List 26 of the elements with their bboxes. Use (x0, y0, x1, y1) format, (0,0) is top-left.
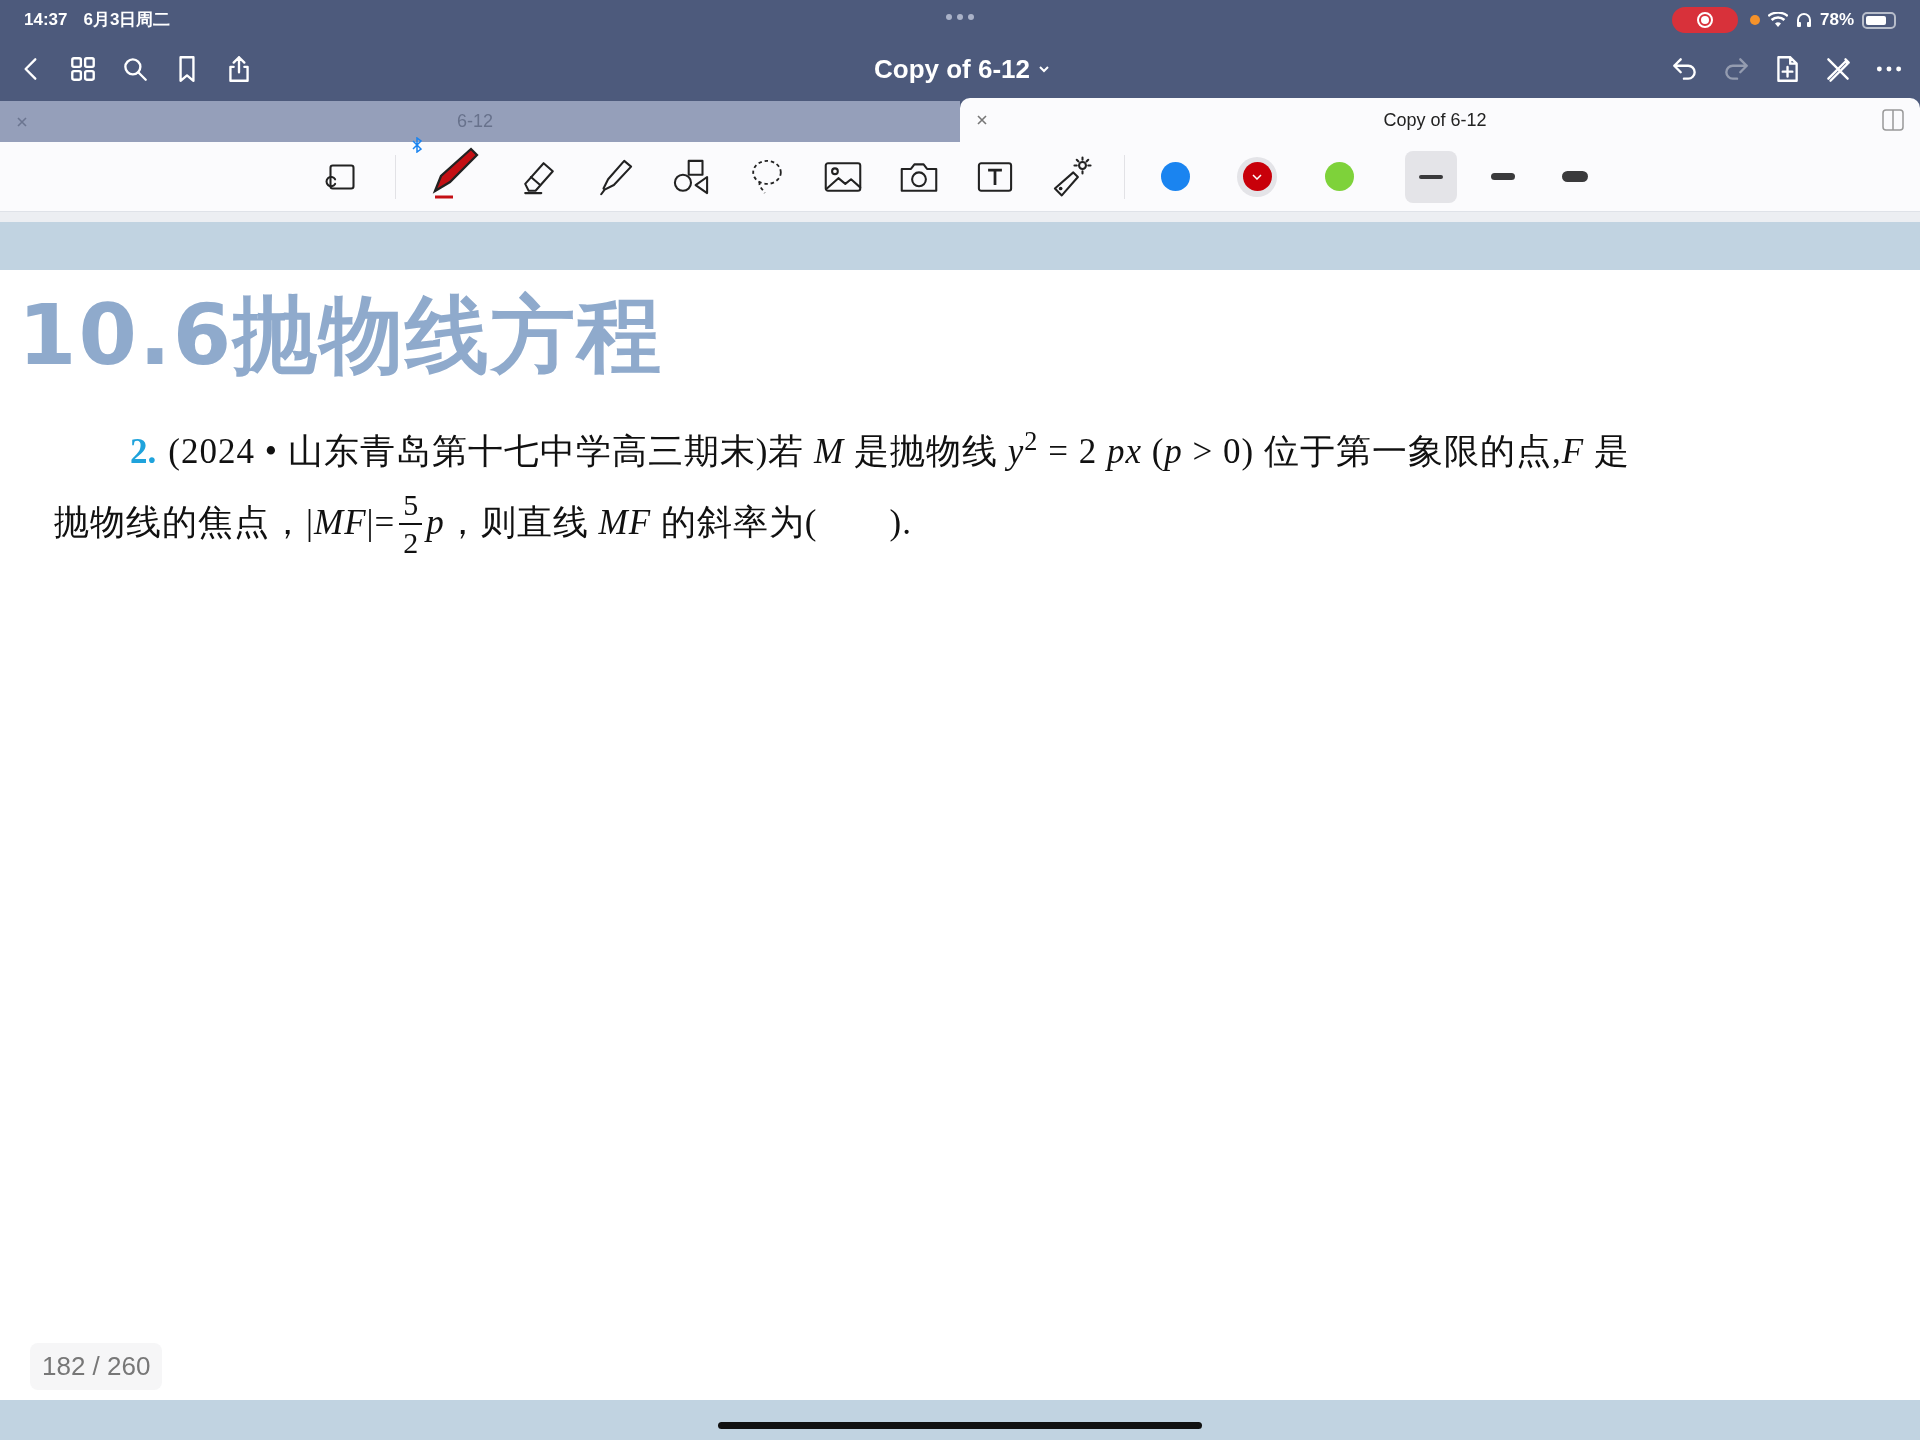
screen-recording-indicator[interactable] (1671, 7, 1738, 33)
multitasking-dots-icon[interactable] (945, 13, 975, 21)
color-swatch[interactable] (1242, 162, 1272, 191)
document-tab[interactable]: Copy of 6-12 (960, 98, 1920, 142)
bluetooth-icon (412, 136, 422, 153)
wifi-icon (1767, 12, 1788, 28)
chapter-heading: 10.6抛物线方程 (18, 285, 665, 386)
status-date: 6月3日周二 (83, 9, 171, 32)
document-title[interactable]: Copy of 6-12 (874, 49, 1030, 89)
question-text: 抛物线的焦点，|MF|= (54, 502, 396, 545)
status-time: 14:37 (24, 9, 68, 32)
split-view-icon[interactable] (1882, 109, 1904, 131)
battery-icon (1862, 11, 1896, 29)
question-number: 2. (130, 431, 157, 473)
stroke-width-button[interactable] (1405, 150, 1457, 203)
close-icon[interactable] (976, 114, 988, 126)
color-swatch[interactable] (1160, 162, 1190, 191)
fraction: 5 2 (399, 486, 423, 561)
question-text: (2024 • 山东青岛第十七中学高三期末)若 M 是抛物线 y$^{2}$ = 2 px (p > 0) 位于第一象限的点,F 是 (168, 426, 1630, 473)
battery-percentage: 78% (1819, 9, 1854, 32)
chevron-down-icon[interactable] (1038, 65, 1050, 73)
grid-icon[interactable] (68, 54, 98, 84)
headphones-icon (1795, 12, 1812, 28)
page-counter: 182 / 260 (30, 1343, 163, 1390)
question-text: p，则直线 MF 的斜率为( ). (426, 502, 912, 545)
color-swatch[interactable] (1324, 162, 1354, 191)
